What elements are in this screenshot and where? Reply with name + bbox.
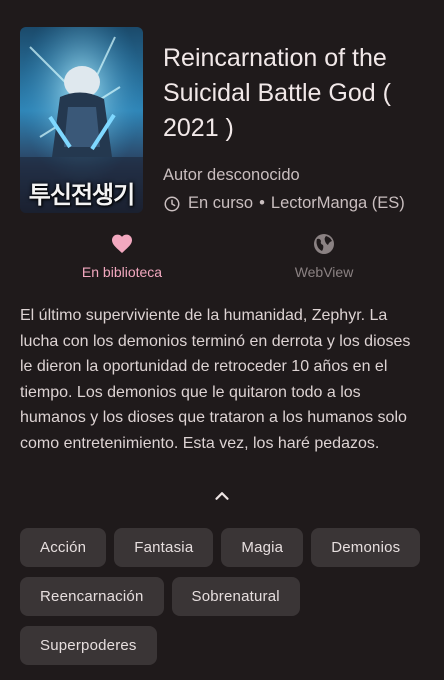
library-label: En biblioteca xyxy=(81,264,163,280)
library-button[interactable]: En biblioteca xyxy=(42,228,202,280)
action-bar: En biblioteca WebView xyxy=(0,228,444,288)
genre-chip[interactable]: Sobrenatural xyxy=(171,577,300,616)
genre-chip[interactable]: Reencarnación xyxy=(20,577,164,616)
webview-label: WebView xyxy=(294,264,354,280)
genre-list: Acción Fantasia Magia Demonios Reencarna… xyxy=(20,528,430,665)
genre-chip[interactable]: Superpoderes xyxy=(20,626,157,665)
manga-author: Autor desconocido xyxy=(163,166,300,184)
genre-chip[interactable]: Acción xyxy=(20,528,107,567)
genre-chip[interactable]: Demonios xyxy=(311,528,421,567)
clock-icon xyxy=(164,196,180,211)
webview-button[interactable]: WebView xyxy=(244,228,404,280)
status-separator: • xyxy=(259,194,265,212)
source-name: LectorManga (ES) xyxy=(270,194,405,212)
description-text: El último superviviente de la humanidad,… xyxy=(20,307,411,452)
status-text: En curso xyxy=(188,194,254,212)
status-row: En curso • LectorManga (ES) xyxy=(163,194,434,213)
cover-title-text: 투신전생기 xyxy=(28,181,135,209)
heart-icon xyxy=(112,234,132,253)
cover-image[interactable]: 투신전생기 xyxy=(20,27,143,213)
genre-chip[interactable]: Magia xyxy=(221,528,304,567)
globe-icon xyxy=(314,234,334,254)
manga-title: Reincarnation of the Suicidal Battle God… xyxy=(163,44,391,142)
genre-chip[interactable]: Fantasia xyxy=(114,528,214,567)
chevron-up-icon[interactable] xyxy=(211,485,233,507)
manga-info: Reincarnation of the Suicidal Battle God… xyxy=(163,41,434,213)
